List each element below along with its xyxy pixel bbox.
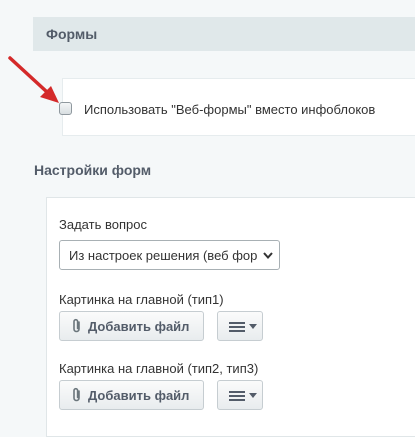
red-arrow-icon [8, 56, 59, 103]
add-file-button-type23[interactable]: Добавить файл [59, 380, 204, 410]
ask-question-select[interactable]: Из настроек решения (веб формы) [59, 240, 280, 270]
use-webforms-checkbox[interactable] [59, 102, 72, 115]
add-file-label: Добавить файл [88, 319, 190, 334]
menu-lines-icon [229, 391, 245, 401]
use-webforms-label: Использовать "Веб-формы" вместо инфоблок… [84, 102, 376, 117]
picture-main-type1-label: Картинка на главной (тип1) [59, 292, 224, 307]
add-file-label: Добавить файл [88, 388, 190, 403]
paperclip-icon [73, 387, 80, 402]
chevron-down-icon [249, 393, 257, 398]
file-menu-button-type23[interactable] [217, 380, 263, 410]
menu-lines-icon [229, 322, 245, 332]
add-file-button-type1[interactable]: Добавить файл [59, 311, 204, 341]
form-settings-title: Настройки форм [34, 162, 152, 178]
chevron-down-icon [249, 324, 257, 329]
paperclip-icon [73, 318, 80, 333]
picture-main-type23-label: Картинка на главной (тип2, тип3) [59, 361, 259, 376]
file-menu-button-type1[interactable] [217, 311, 263, 341]
ask-question-label: Задать вопрос [59, 217, 147, 232]
forms-section-header: Формы [33, 17, 415, 51]
ask-question-value: Из настроек решения (веб формы) [69, 248, 257, 263]
chevron-down-icon [263, 252, 273, 260]
